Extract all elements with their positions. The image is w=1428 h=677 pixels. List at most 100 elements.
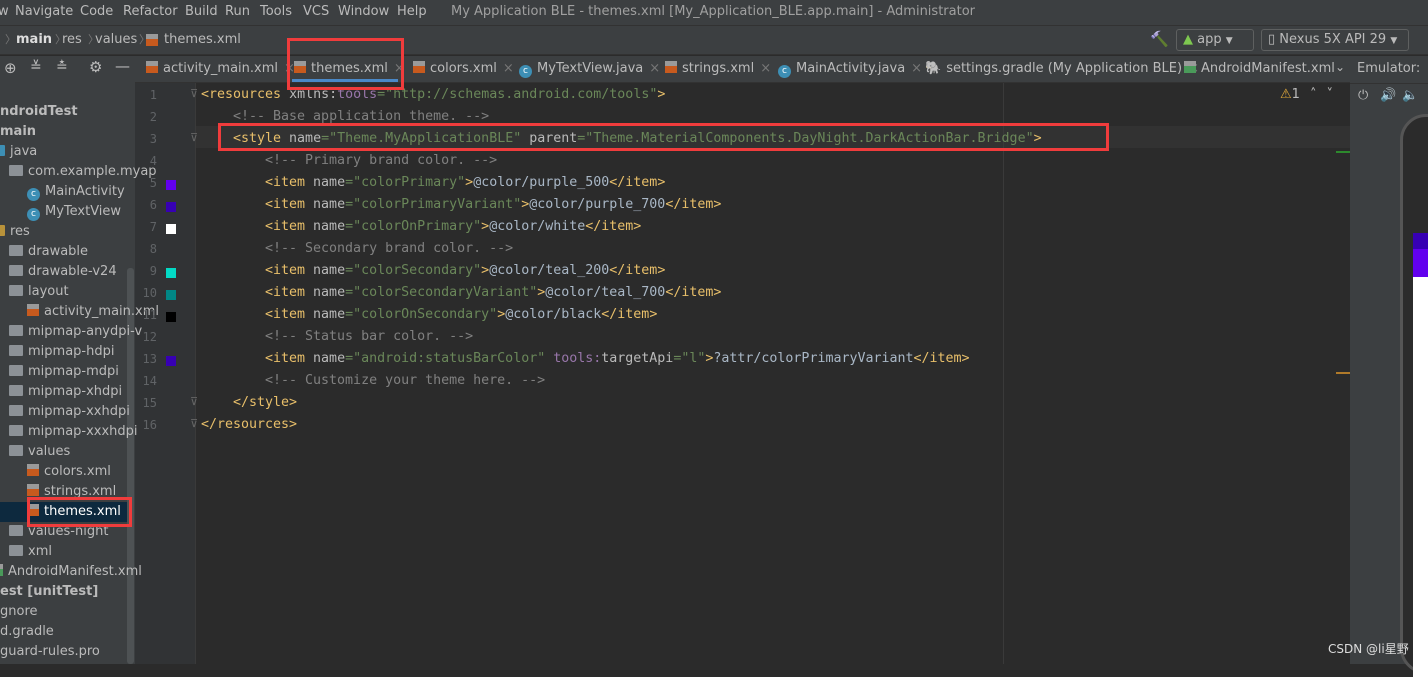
tab-label: MyTextView.java bbox=[537, 61, 644, 76]
tree-item[interactable]: gnore bbox=[0, 604, 38, 619]
device-dropdown[interactable]: ▯ Nexus 5X API 29 ▼ bbox=[1261, 29, 1409, 51]
fold-icon[interactable]: ⊽ bbox=[190, 87, 198, 100]
manifest-icon bbox=[1184, 61, 1196, 73]
collapse-all-icon[interactable]: ≛ bbox=[56, 59, 68, 75]
breadcrumb-item[interactable]: values bbox=[95, 32, 137, 47]
tree-item[interactable]: java bbox=[0, 144, 37, 159]
menu-w[interactable]: w bbox=[0, 4, 9, 19]
prev-icon[interactable]: ˄ bbox=[1310, 87, 1317, 102]
code-line[interactable]: <!-- Status bar color. --> bbox=[265, 329, 473, 344]
code-line[interactable]: <!-- Base application theme. --> bbox=[233, 109, 489, 124]
tree-item[interactable]: values bbox=[9, 444, 70, 459]
volume-up-icon[interactable]: 🔊 bbox=[1380, 88, 1396, 103]
fold-icon[interactable]: ⊽ bbox=[190, 417, 198, 430]
power-icon[interactable]: ⏻ bbox=[1358, 88, 1368, 103]
tree-item[interactable]: c MyTextView bbox=[27, 204, 121, 221]
tree-item[interactable]: drawable-v24 bbox=[9, 264, 117, 279]
code-line[interactable]: <!-- Customize your theme here. --> bbox=[265, 373, 545, 388]
tree-item[interactable]: layout bbox=[9, 284, 69, 299]
code-line[interactable]: <item name="colorPrimaryVariant">@color/… bbox=[265, 197, 721, 212]
code-line[interactable]: <!-- Secondary brand color. --> bbox=[265, 241, 513, 256]
android-icon: ▲ bbox=[1183, 32, 1193, 47]
tree-item-label: MyTextView bbox=[45, 204, 122, 219]
breadcrumb-item[interactable]: themes.xml bbox=[164, 32, 241, 47]
folder-icon bbox=[9, 445, 23, 456]
line-number: 5 bbox=[149, 176, 157, 190]
close-icon[interactable]: × bbox=[760, 61, 771, 76]
tree-item[interactable]: AndroidManifest.xml bbox=[0, 564, 142, 579]
code-line[interactable]: <item name="android:statusBarColor" tool… bbox=[265, 351, 970, 366]
tree-item[interactable]: mipmap-xhdpi bbox=[9, 384, 122, 399]
tab-activity_main[interactable]: activity_main.xml × bbox=[146, 61, 295, 76]
tree-item[interactable]: guard-rules.pro bbox=[0, 644, 100, 659]
fold-icon[interactable]: ⊽ bbox=[190, 131, 198, 144]
tree-item[interactable]: mipmap-mdpi bbox=[9, 364, 119, 379]
close-icon[interactable]: × bbox=[649, 61, 660, 76]
menu-code[interactable]: Code bbox=[80, 4, 113, 19]
code-line[interactable]: <resources xmlns:tools="http://schemas.a… bbox=[201, 87, 665, 102]
tree-item[interactable]: main bbox=[0, 124, 36, 139]
code-line[interactable]: <item name="colorSecondaryVariant">@colo… bbox=[265, 285, 721, 300]
expand-all-icon[interactable]: ≚ bbox=[30, 59, 42, 75]
close-icon[interactable]: × bbox=[911, 61, 922, 76]
tab-mainactivity[interactable]: c MainActivity.java × bbox=[778, 61, 922, 78]
menu-vcs[interactable]: VCS bbox=[303, 4, 329, 19]
tab-colors[interactable]: colors.xml × bbox=[413, 61, 514, 76]
menu-build[interactable]: Build bbox=[185, 4, 218, 19]
tree-item-label: gnore bbox=[0, 604, 38, 619]
menu-help[interactable]: Help bbox=[397, 4, 427, 19]
menu-navigate[interactable]: Navigate bbox=[15, 4, 73, 19]
tab-settings[interactable]: 🐘settings.gradle (My Application BLE)× bbox=[925, 61, 1199, 76]
code-line[interactable]: <item name="colorOnPrimary">@color/white… bbox=[265, 219, 641, 234]
tree-item[interactable]: res bbox=[0, 224, 30, 239]
next-icon[interactable]: ˅ bbox=[1326, 87, 1333, 102]
menu-window[interactable]: Window bbox=[338, 4, 389, 19]
locate-icon[interactable]: ⊕ bbox=[4, 59, 17, 77]
volume-down-icon[interactable]: 🔈 bbox=[1402, 88, 1418, 103]
color-swatch-icon bbox=[166, 224, 176, 234]
tree-item[interactable]: colors.xml bbox=[27, 464, 111, 479]
tree-item[interactable]: mipmap-xxhdpi bbox=[9, 404, 130, 419]
code-line[interactable]: <item name="colorSecondary">@color/teal_… bbox=[265, 263, 665, 278]
tree-item[interactable]: xml bbox=[9, 544, 52, 559]
code-line[interactable]: </style> bbox=[233, 395, 297, 410]
tree-item-label: mipmap-hdpi bbox=[28, 344, 115, 359]
tree-item-label: MainActivity bbox=[45, 184, 125, 199]
class-icon: c bbox=[519, 65, 532, 78]
code-token: @color/purple_700 bbox=[529, 197, 666, 212]
gear-icon[interactable]: ⚙ bbox=[89, 58, 102, 76]
tab-mytextview[interactable]: c MyTextView.java × bbox=[519, 61, 660, 78]
tab-androidmanifest[interactable]: AndroidManifest.xml bbox=[1184, 61, 1335, 76]
tree-item[interactable]: mipmap-xxxhdpi bbox=[9, 424, 138, 439]
tab-overflow-chevron-icon[interactable]: ⌄ bbox=[1335, 60, 1345, 74]
code-line[interactable]: <!-- Primary brand color. --> bbox=[265, 153, 497, 168]
menu-run[interactable]: Run bbox=[225, 4, 250, 19]
code-token: ="l" bbox=[673, 351, 706, 366]
run-config-dropdown[interactable]: ▲ app ▼ bbox=[1176, 29, 1254, 51]
code-line[interactable]: </resources> bbox=[201, 417, 297, 432]
tree-item[interactable]: c MainActivity bbox=[27, 184, 125, 201]
tree-item[interactable]: drawable bbox=[9, 244, 88, 259]
minimize-icon[interactable]: — bbox=[115, 57, 130, 75]
menu-refactor[interactable]: Refactor bbox=[123, 4, 178, 19]
code-token: <!-- Status bar color. --> bbox=[265, 329, 474, 344]
close-icon[interactable]: × bbox=[503, 61, 514, 76]
code-line[interactable]: <item name="colorPrimary">@color/purple_… bbox=[265, 175, 665, 190]
code-line[interactable]: <item name="colorOnSecondary">@color/bla… bbox=[265, 307, 657, 322]
tree-item[interactable]: est [unitTest] bbox=[0, 584, 98, 599]
run-config-label: app bbox=[1197, 32, 1222, 47]
code-token: name bbox=[313, 219, 346, 234]
inspection-widget[interactable]: ⚠1 ˄ ˅ bbox=[1280, 87, 1333, 102]
code-token: ="http://schemas.android.com/tools" bbox=[377, 87, 658, 102]
window-title: My Application BLE - themes.xml [My_Appl… bbox=[451, 4, 975, 19]
tree-item[interactable]: d.gradle bbox=[0, 624, 54, 639]
build-hammer-icon[interactable]: 🔨 bbox=[1150, 30, 1169, 48]
tree-item[interactable]: ndroidTest bbox=[0, 104, 78, 119]
menu-tools[interactable]: Tools bbox=[260, 4, 292, 19]
fold-icon[interactable]: ⊽ bbox=[190, 395, 198, 408]
tree-item[interactable]: mipmap-hdpi bbox=[9, 344, 114, 359]
breadcrumb-item[interactable]: main bbox=[16, 32, 52, 47]
tree-item-label: AndroidManifest.xml bbox=[8, 564, 142, 579]
tab-strings[interactable]: strings.xml × bbox=[665, 61, 771, 76]
tree-item[interactable]: mipmap-anydpi-v bbox=[9, 324, 142, 339]
